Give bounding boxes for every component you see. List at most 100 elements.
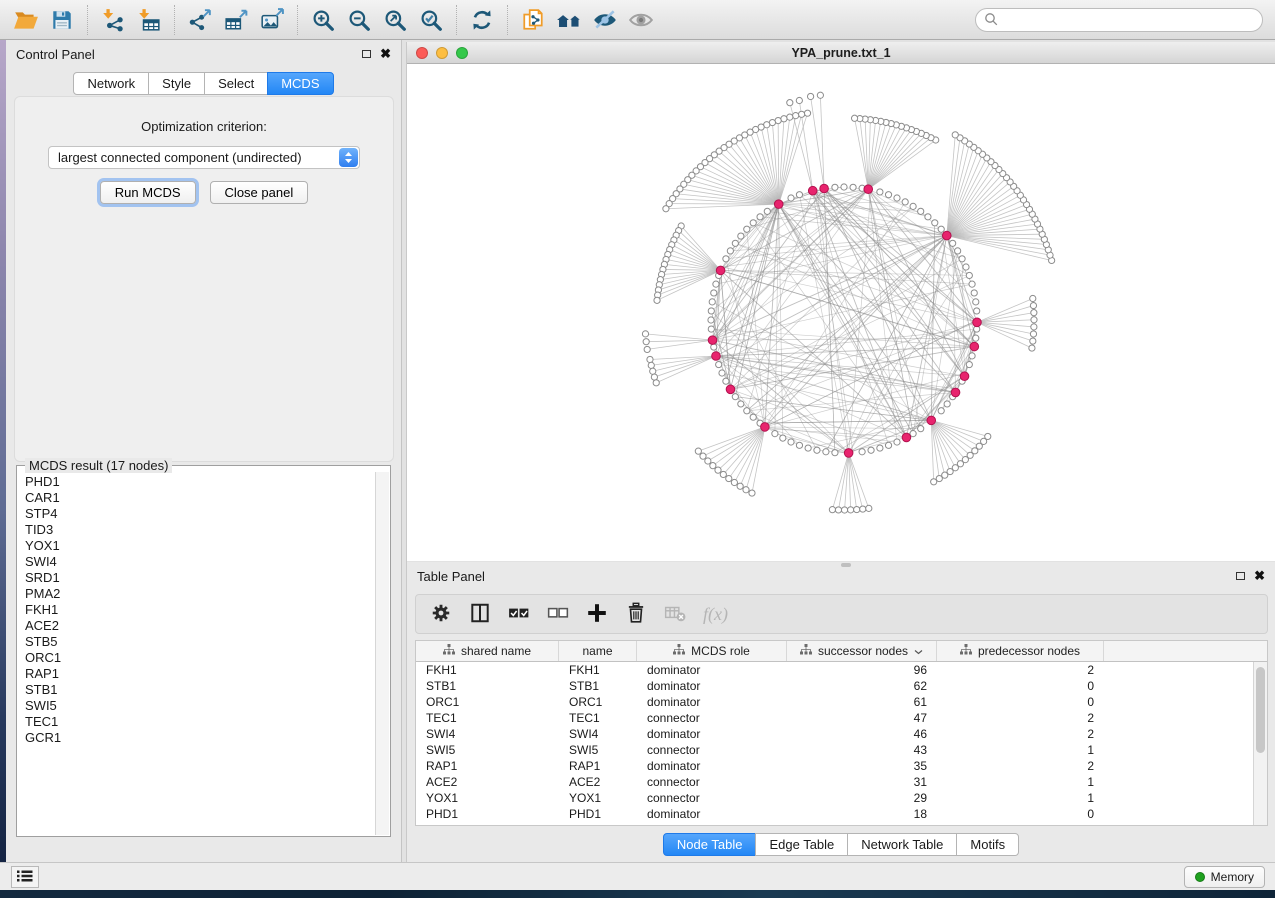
- network-node[interactable]: [705, 458, 711, 464]
- cell-shared-name[interactable]: SWI4: [416, 727, 559, 741]
- close-panel-button[interactable]: Close panel: [210, 181, 309, 204]
- table-row[interactable]: TEC1TEC1connector472: [416, 710, 1253, 726]
- close-panel-icon[interactable]: ✖: [380, 49, 391, 59]
- network-node[interactable]: [732, 394, 738, 400]
- network-node[interactable]: [848, 507, 854, 513]
- cell-predecessor-nodes[interactable]: 1: [937, 791, 1104, 805]
- mcds-result-item[interactable]: GCR1: [25, 730, 375, 746]
- cell-name[interactable]: YOX1: [559, 791, 637, 805]
- mcds-result-item[interactable]: STB1: [25, 682, 375, 698]
- network-node[interactable]: [650, 368, 656, 374]
- network-node[interactable]: [918, 208, 924, 214]
- network-node[interactable]: [796, 442, 802, 448]
- memory-button[interactable]: Memory: [1184, 866, 1265, 888]
- network-node[interactable]: [829, 507, 835, 513]
- cell-predecessor-nodes[interactable]: 2: [937, 759, 1104, 773]
- cell-name[interactable]: SWI5: [559, 743, 637, 757]
- mcds-hub-node[interactable]: [942, 231, 951, 240]
- first-neighbors-button[interactable]: [551, 3, 587, 37]
- cell-predecessor-nodes[interactable]: 1: [937, 743, 1104, 757]
- network-node[interactable]: [823, 449, 829, 455]
- search-box[interactable]: [975, 8, 1263, 32]
- cell-successor-nodes[interactable]: 31: [787, 775, 937, 789]
- search-input[interactable]: [1003, 11, 1262, 29]
- cell-shared-name[interactable]: TEC1: [416, 711, 559, 725]
- network-node[interactable]: [1031, 317, 1037, 323]
- network-node[interactable]: [973, 335, 979, 341]
- network-node[interactable]: [732, 240, 738, 246]
- network-node[interactable]: [643, 339, 649, 345]
- table-row[interactable]: ACE2ACE2connector311: [416, 774, 1253, 790]
- network-node[interactable]: [787, 114, 793, 120]
- network-node[interactable]: [877, 189, 883, 195]
- cell-name[interactable]: FKH1: [559, 663, 637, 677]
- save-session-button[interactable]: [44, 3, 80, 37]
- network-node[interactable]: [985, 433, 991, 439]
- mcds-result-item[interactable]: STB5: [25, 634, 375, 650]
- network-node[interactable]: [750, 414, 756, 420]
- mcds-hub-node[interactable]: [927, 416, 936, 425]
- network-node[interactable]: [780, 435, 786, 441]
- cell-MCDS-role[interactable]: dominator: [637, 759, 787, 773]
- network-node[interactable]: [744, 226, 750, 232]
- mcds-hub-node[interactable]: [864, 185, 873, 194]
- cell-MCDS-role[interactable]: dominator: [637, 807, 787, 821]
- column-header-shared-name[interactable]: shared name: [416, 641, 559, 661]
- network-node[interactable]: [860, 506, 866, 512]
- export-network-button[interactable]: [182, 3, 218, 37]
- network-node[interactable]: [723, 256, 729, 262]
- network-node[interactable]: [788, 195, 794, 201]
- network-node[interactable]: [807, 93, 813, 99]
- network-node[interactable]: [969, 353, 975, 359]
- mcds-result-item[interactable]: FKH1: [25, 602, 375, 618]
- mcds-result-item[interactable]: ACE2: [25, 618, 375, 634]
- network-node[interactable]: [966, 361, 972, 367]
- mcds-result-item[interactable]: TEC1: [25, 714, 375, 730]
- mcds-result-item[interactable]: SRD1: [25, 570, 375, 586]
- network-node[interactable]: [711, 290, 717, 296]
- network-node[interactable]: [910, 203, 916, 209]
- column-header-name[interactable]: name: [559, 641, 637, 661]
- hide-selected-button[interactable]: [587, 3, 623, 37]
- cell-shared-name[interactable]: ACE2: [416, 775, 559, 789]
- tab-style[interactable]: Style: [148, 72, 205, 95]
- cell-successor-nodes[interactable]: 62: [787, 679, 937, 693]
- open-session-button[interactable]: [8, 3, 44, 37]
- network-node[interactable]: [1029, 345, 1035, 351]
- new-network-from-selection-button[interactable]: [515, 3, 551, 37]
- import-table-button[interactable]: [131, 3, 167, 37]
- network-node[interactable]: [796, 97, 802, 103]
- zoom-selected-button[interactable]: [413, 3, 449, 37]
- import-network-button[interactable]: [95, 3, 131, 37]
- network-node[interactable]: [1030, 331, 1036, 337]
- column-header-predecessor-nodes[interactable]: predecessor nodes: [937, 641, 1104, 661]
- network-node[interactable]: [709, 299, 715, 305]
- network-canvas[interactable]: [407, 64, 1275, 561]
- mcds-hub-node[interactable]: [951, 388, 960, 397]
- network-node[interactable]: [788, 439, 794, 445]
- network-node[interactable]: [817, 92, 823, 98]
- mcds-result-item[interactable]: PMA2: [25, 586, 375, 602]
- mcds-hub-node[interactable]: [808, 186, 817, 195]
- mcds-result-item[interactable]: RAP1: [25, 666, 375, 682]
- network-node[interactable]: [974, 308, 980, 314]
- network-node[interactable]: [841, 507, 847, 513]
- cell-MCDS-role[interactable]: connector: [637, 743, 787, 757]
- panel-splitter-handle[interactable]: [841, 563, 851, 567]
- table-row[interactable]: PHD1PHD1dominator180: [416, 806, 1253, 822]
- network-node[interactable]: [716, 361, 722, 367]
- tab-mcds[interactable]: MCDS: [267, 72, 333, 95]
- network-node[interactable]: [647, 356, 653, 362]
- network-node[interactable]: [918, 426, 924, 432]
- table-scrollbar-thumb[interactable]: [1256, 667, 1265, 753]
- network-node[interactable]: [959, 256, 965, 262]
- network-node[interactable]: [793, 113, 799, 119]
- network-node[interactable]: [644, 346, 650, 352]
- tab-select[interactable]: Select: [204, 72, 268, 95]
- network-node[interactable]: [841, 184, 847, 190]
- mcds-hub-node[interactable]: [960, 372, 969, 381]
- cell-name[interactable]: RAP1: [559, 759, 637, 773]
- cell-MCDS-role[interactable]: dominator: [637, 727, 787, 741]
- mcds-hub-node[interactable]: [970, 342, 979, 351]
- mcds-hub-node[interactable]: [712, 352, 721, 361]
